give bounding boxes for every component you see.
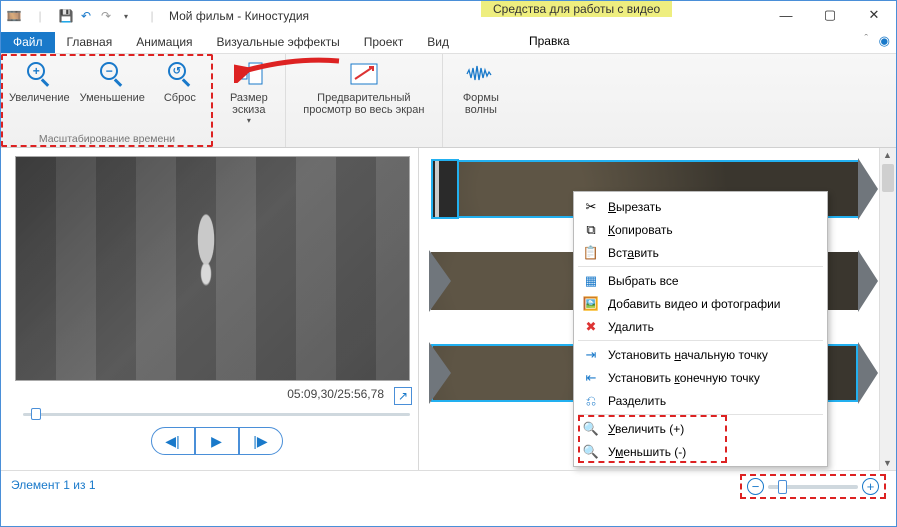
copy-icon: ⧉ (582, 221, 600, 239)
timecode: 05:09,30/25:56,78 (287, 387, 384, 405)
split-icon: ⎌ (582, 392, 600, 410)
app-icon: 🎞️ (5, 7, 23, 25)
tab-effects[interactable]: Визуальные эффекты (205, 32, 352, 53)
zoom-out-label: Уменьшение (80, 92, 145, 104)
context-menu: ✂Вырезать ⧉Копировать 📋Вставить ▦Выбрать… (573, 191, 828, 467)
menu-copy[interactable]: ⧉Копировать (574, 218, 827, 241)
menu-split[interactable]: ⎌Разделить (574, 389, 827, 412)
zoom-in-status-button[interactable]: + (862, 478, 879, 495)
zoom-out-button[interactable]: − Уменьшение (80, 58, 145, 104)
zoom-reset-button[interactable]: ↺ Сброс (155, 58, 205, 104)
menu-set-start[interactable]: ⇥Установить начальную точку (574, 343, 827, 366)
ribbon-group-zoom-label: Масштабирование времени (39, 129, 175, 145)
tab-project[interactable]: Проект (352, 32, 416, 53)
waveforms-button[interactable]: Формы волны (451, 58, 511, 116)
thumbnail-size-button[interactable]: Размер эскиза ▾ (221, 58, 277, 125)
play-button[interactable]: ▶ (195, 427, 239, 455)
scissors-icon: ✂ (582, 198, 600, 216)
ribbon-tabs: Файл Главная Анимация Визуальные эффекты… (1, 31, 896, 53)
maximize-button[interactable]: ▢ (808, 1, 852, 29)
menu-zoom-in[interactable]: 🔍Увеличить (+) (574, 417, 827, 440)
ribbon-group-waveform: Формы волны (443, 54, 519, 147)
window-title: Мой фильм - Киностудия (169, 9, 309, 23)
menu-cut[interactable]: ✂Вырезать (574, 195, 827, 218)
qat-dropdown-icon[interactable]: ▾ (117, 7, 135, 25)
menu-paste[interactable]: 📋Вставить (574, 241, 827, 264)
set-end-icon: ⇤ (582, 369, 600, 387)
zoom-in-label: Увеличение (9, 92, 70, 104)
tab-edit[interactable]: Правка (511, 34, 588, 48)
zoom-slider[interactable] (768, 485, 858, 489)
seek-slider[interactable] (23, 407, 410, 421)
undo-icon[interactable]: ↶ (77, 7, 95, 25)
ribbon-group-thumb: Размер эскиза ▾ (213, 54, 286, 147)
tab-animation[interactable]: Анимация (124, 32, 204, 53)
ribbon-group-zoom: + Увеличение − Уменьшение ↺ Сброс Масшта… (1, 54, 213, 147)
zoom-in-button[interactable]: + Увеличение (9, 58, 70, 104)
menu-zoom-out[interactable]: 🔍Уменьшить (-) (574, 440, 827, 463)
minimize-button[interactable]: — (764, 1, 808, 29)
next-frame-button[interactable]: |▶ (239, 427, 283, 455)
playback-controls: ◀| ▶ |▶ (15, 427, 418, 455)
zoom-in-icon: 🔍 (582, 420, 600, 438)
ribbon-group-preview: Предварительный просмотр во весь экран (286, 54, 443, 147)
collapse-ribbon-icon[interactable]: ˆ (864, 33, 868, 45)
vertical-scrollbar[interactable] (879, 148, 896, 470)
delete-icon: ✖ (582, 318, 600, 336)
menu-delete[interactable]: ✖Удалить (574, 315, 827, 338)
zoom-slider-group: − + (740, 474, 886, 499)
tab-file[interactable]: Файл (1, 32, 55, 53)
fullscreen-preview-button[interactable]: Предварительный просмотр во весь экран (294, 58, 434, 116)
tab-home[interactable]: Главная (55, 32, 125, 53)
contextual-tab-label: Средства для работы с видео (481, 1, 672, 17)
add-media-icon: 🖼️ (582, 295, 600, 313)
select-all-icon: ▦ (582, 272, 600, 290)
title-bar: 🎞️ | 💾 ↶ ↷ ▾ | Мой фильм - Киностудия Ср… (1, 1, 896, 31)
menu-set-end[interactable]: ⇤Установить конечную точку (574, 366, 827, 389)
prev-frame-button[interactable]: ◀| (151, 427, 195, 455)
fullscreen-icon[interactable]: ↗ (394, 387, 412, 405)
video-preview[interactable] (15, 156, 410, 381)
close-button[interactable]: ✕ (852, 1, 896, 29)
menu-select-all[interactable]: ▦Выбрать все (574, 269, 827, 292)
clipboard-icon: 📋 (582, 244, 600, 262)
status-element-count: Элемент 1 из 1 (11, 478, 96, 492)
set-start-icon: ⇥ (582, 346, 600, 364)
thumbnail-size-icon (233, 58, 265, 90)
menu-add-media[interactable]: 🖼️Добавить видео и фотографии (574, 292, 827, 315)
zoom-out-icon: 🔍 (582, 443, 600, 461)
redo-icon[interactable]: ↷ (97, 7, 115, 25)
tab-view[interactable]: Вид (415, 32, 461, 53)
zoom-out-status-button[interactable]: − (747, 478, 764, 495)
ribbon: + Увеличение − Уменьшение ↺ Сброс Масшта… (1, 53, 896, 148)
fullscreen-preview-icon (348, 58, 380, 90)
save-icon[interactable]: 💾 (57, 7, 75, 25)
preview-pane: 05:09,30/25:56,78 ↗ ◀| ▶ |▶ (1, 148, 418, 470)
help-icon[interactable]: ◉ (879, 33, 890, 49)
waveform-icon (465, 58, 497, 90)
zoom-reset-label: Сброс (164, 92, 196, 104)
status-bar: Элемент 1 из 1 − + (1, 470, 896, 498)
